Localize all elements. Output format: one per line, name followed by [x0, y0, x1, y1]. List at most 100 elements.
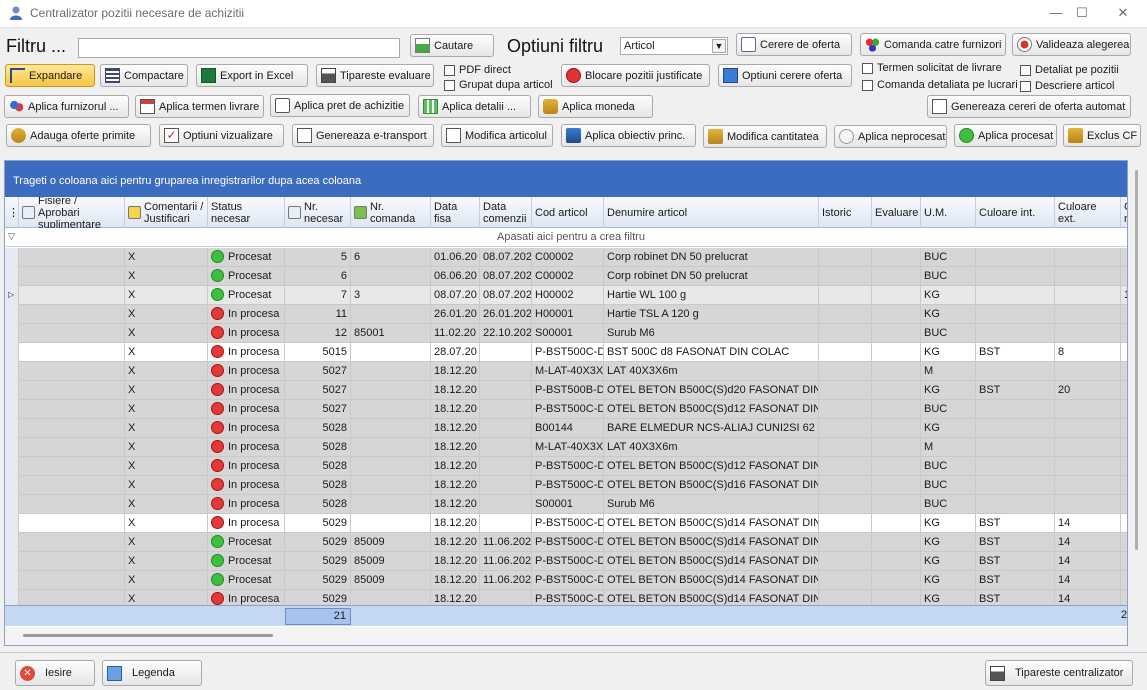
apply-details-button[interactable]: Aplica detalii ... [418, 95, 531, 118]
table-cell[interactable]: C00002 [532, 248, 604, 267]
table-cell[interactable] [1055, 324, 1121, 343]
table-cell[interactable] [19, 324, 125, 343]
table-cell[interactable]: BST [976, 552, 1055, 571]
table-cell[interactable] [1055, 457, 1121, 476]
column-header[interactable]: C n [1121, 197, 1127, 228]
table-cell[interactable]: BST [976, 533, 1055, 552]
table-cell[interactable]: BUC [921, 248, 976, 267]
table-cell[interactable]: X [125, 457, 208, 476]
table-cell[interactable] [872, 419, 921, 438]
table-cell[interactable] [976, 419, 1055, 438]
table-cell[interactable] [976, 495, 1055, 514]
row-selector[interactable] [5, 324, 19, 343]
table-cell[interactable] [480, 381, 532, 400]
pdf-direct-checkbox[interactable]: PDF direct [444, 64, 511, 76]
table-cell[interactable] [1121, 343, 1127, 362]
offer-request-button[interactable]: Cerere de oferta [736, 33, 852, 56]
status-cell[interactable]: In procesa [208, 343, 285, 362]
table-cell[interactable] [872, 495, 921, 514]
table-cell[interactable]: X [125, 400, 208, 419]
table-cell[interactable]: 20 [1055, 381, 1121, 400]
status-cell[interactable]: In procesa [208, 305, 285, 324]
table-cell[interactable] [19, 362, 125, 381]
table-row[interactable]: X Procesat 5 6 01.06.20 08.07.202 C00002 Corp r… [5, 248, 1127, 267]
apply-supplier-button[interactable]: Aplica furnizorul ... [4, 95, 129, 118]
column-header[interactable]: Data fisa [431, 197, 480, 228]
table-cell[interactable]: KG [921, 286, 976, 305]
row-selector[interactable] [5, 552, 19, 571]
exclude-cf-button[interactable]: Exclus CF [1063, 124, 1141, 147]
table-cell[interactable]: X [125, 514, 208, 533]
table-cell[interactable] [351, 343, 431, 362]
table-cell[interactable] [819, 571, 872, 590]
table-cell[interactable]: 5027 [285, 400, 351, 419]
table-cell[interactable]: 06.06.20 [431, 267, 480, 286]
status-cell[interactable]: In procesa [208, 457, 285, 476]
table-cell[interactable]: KG [921, 419, 976, 438]
table-cell[interactable] [480, 419, 532, 438]
table-cell[interactable]: OTEL BETON B500C(S)d14 FASONAT DIN CO [604, 571, 819, 590]
table-cell[interactable] [976, 400, 1055, 419]
table-cell[interactable]: 18.12.20 [431, 533, 480, 552]
column-header[interactable]: U.M. [921, 197, 976, 228]
table-cell[interactable]: 11.02.20 [431, 324, 480, 343]
table-cell[interactable] [872, 571, 921, 590]
table-cell[interactable] [819, 514, 872, 533]
table-cell[interactable] [19, 571, 125, 590]
table-cell[interactable] [1121, 571, 1127, 590]
table-cell[interactable] [1121, 305, 1127, 324]
table-cell[interactable]: 5028 [285, 495, 351, 514]
grouped-by-article-checkbox[interactable]: Grupat dupa articol [444, 79, 553, 91]
table-cell[interactable] [1055, 419, 1121, 438]
detailed-by-positions-checkbox[interactable]: Detaliat pe pozitii [1020, 64, 1119, 76]
row-selector-header[interactable]: ⋮ [5, 197, 19, 228]
table-cell[interactable]: 18.12.20 [431, 381, 480, 400]
table-cell[interactable] [872, 286, 921, 305]
table-cell[interactable] [351, 400, 431, 419]
table-cell[interactable]: 3 [351, 286, 431, 305]
table-cell[interactable]: 08.07.202 [480, 286, 532, 305]
table-cell[interactable] [819, 248, 872, 267]
table-cell[interactable] [872, 305, 921, 324]
modify-quantity-button[interactable]: Modifica cantitatea [703, 125, 827, 148]
table-cell[interactable]: 18.12.20 [431, 552, 480, 571]
table-cell[interactable] [19, 514, 125, 533]
table-cell[interactable]: 08.07.202 [480, 248, 532, 267]
table-cell[interactable]: 08.07.20 [431, 286, 480, 305]
table-cell[interactable] [1055, 362, 1121, 381]
table-cell[interactable] [1121, 552, 1127, 571]
table-cell[interactable] [480, 362, 532, 381]
table-cell[interactable] [19, 286, 125, 305]
table-cell[interactable]: X [125, 495, 208, 514]
table-cell[interactable]: 14 [1055, 571, 1121, 590]
table-cell[interactable] [351, 495, 431, 514]
legend-button[interactable]: Legenda [102, 660, 202, 686]
column-header[interactable]: Nr. necesar [285, 197, 351, 228]
filter-select[interactable]: Articol ▼ [620, 37, 728, 55]
table-cell[interactable]: 85001 [351, 324, 431, 343]
table-cell[interactable] [872, 476, 921, 495]
status-cell[interactable]: Procesat [208, 533, 285, 552]
table-cell[interactable]: 5029 [285, 514, 351, 533]
row-selector[interactable] [5, 381, 19, 400]
table-row[interactable]: X In procesa 5028 18.12.20 P-BST500C-D1 OTEL … [5, 476, 1127, 495]
table-cell[interactable]: 85009 [351, 533, 431, 552]
table-cell[interactable]: P-BST500C-D1 [532, 514, 604, 533]
offer-request-options-button[interactable]: Optiuni cerere oferta [718, 64, 852, 87]
table-cell[interactable] [19, 267, 125, 286]
table-cell[interactable]: M [921, 362, 976, 381]
table-cell[interactable]: Corp robinet DN 50 prelucrat [604, 267, 819, 286]
table-cell[interactable]: M-LAT-40X3X6 [532, 438, 604, 457]
print-centralizer-button[interactable]: Tipareste centralizator [985, 660, 1133, 686]
table-cell[interactable] [1121, 381, 1127, 400]
table-cell[interactable]: 85009 [351, 552, 431, 571]
table-cell[interactable]: 5029 [285, 533, 351, 552]
table-cell[interactable] [1055, 400, 1121, 419]
table-cell[interactable]: X [125, 286, 208, 305]
table-cell[interactable]: 18.12.20 [431, 571, 480, 590]
row-selector[interactable] [5, 248, 19, 267]
print-evaluation-button[interactable]: Tipareste evaluare [316, 64, 434, 87]
table-cell[interactable] [351, 362, 431, 381]
table-cell[interactable]: KG [921, 571, 976, 590]
table-cell[interactable]: 11.06.202 [480, 533, 532, 552]
